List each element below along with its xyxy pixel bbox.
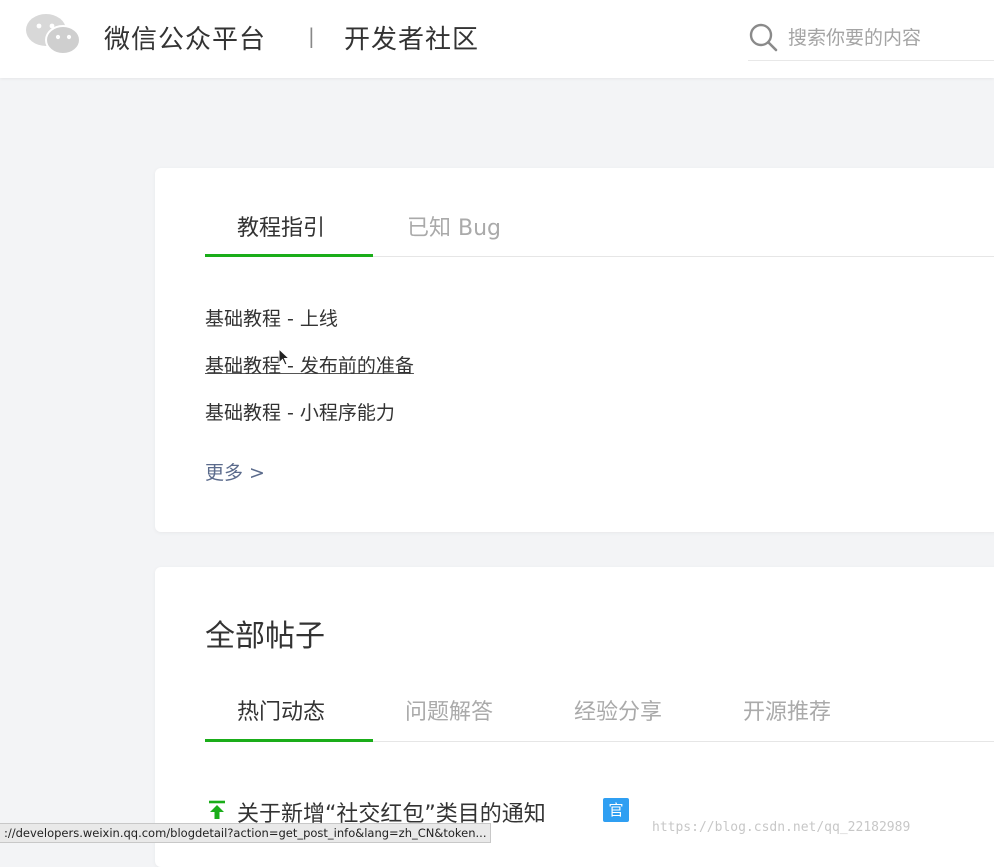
search-icon[interactable] [748,22,778,52]
tab-known-bugs[interactable]: 已知 Bug [407,210,501,242]
brand-title[interactable]: 微信公众平台 [104,19,266,56]
posts-active-tab-indicator [205,739,373,742]
search-box[interactable] [748,20,994,61]
watermark-text: https://blog.csdn.net/qq_22182989 [652,820,911,835]
tab-tutorial-guide[interactable]: 教程指引 [237,210,325,242]
tab-experience[interactable]: 经验分享 [574,694,662,726]
top-header: 微信公众平台 | 开发者社区 [0,0,994,78]
active-tab-indicator [205,254,373,257]
tutorial-link-launch[interactable]: 基础教程 - 上线 [205,304,338,331]
section-title-community[interactable]: 开发者社区 [344,19,479,56]
header-separator: | [308,24,315,48]
browser-status-url: ://developers.weixin.qq.com/blogdetail?a… [0,823,492,843]
tab-qa[interactable]: 问题解答 [405,694,493,726]
all-posts-title: 全部帖子 [205,619,325,654]
tab-hot-updates[interactable]: 热门动态 [237,694,325,726]
pin-top-icon [209,800,225,819]
wechat-logo-icon[interactable] [24,12,82,56]
search-input[interactable] [786,22,990,54]
tab-open-source[interactable]: 开源推荐 [743,694,831,726]
more-link[interactable]: 更多 > [205,458,265,485]
tutorial-link-capabilities[interactable]: 基础教程 - 小程序能力 [205,398,395,425]
mouse-pointer-icon [278,348,290,366]
official-badge: 官 [603,798,629,822]
tutorial-link-prepare[interactable]: 基础教程 - 发布前的准备 [205,351,414,378]
